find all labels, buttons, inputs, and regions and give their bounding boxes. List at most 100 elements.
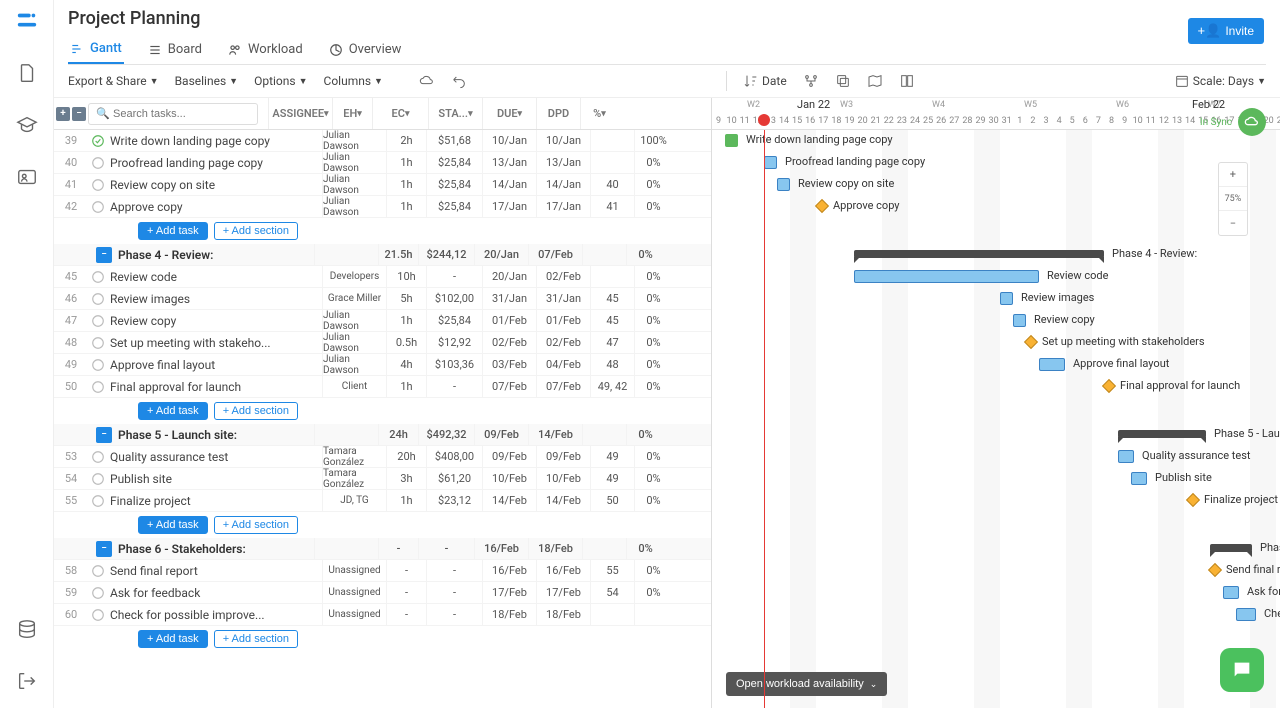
gantt-milestone[interactable] [1186, 493, 1200, 507]
logout-icon[interactable] [16, 670, 38, 692]
task-status-icon[interactable] [88, 156, 108, 170]
gantt-section-bar[interactable] [1118, 430, 1206, 438]
map-icon[interactable] [867, 73, 883, 89]
col-dpd[interactable]: DPD [536, 98, 580, 129]
task-status-icon[interactable] [88, 380, 108, 394]
task-row[interactable]: 45Review codeDevelopers10h-20/Jan02/Feb0… [54, 266, 711, 288]
gantt-bar[interactable] [1039, 358, 1065, 371]
gantt-bar[interactable] [854, 270, 1039, 283]
export-share-menu[interactable]: Export & Share▼ [68, 74, 159, 88]
task-name[interactable]: Publish site [108, 472, 322, 486]
task-row[interactable]: 47Review copyJulian Dawson1h$25,8401/Feb… [54, 310, 711, 332]
tab-workload[interactable]: Workload [226, 35, 305, 64]
task-row[interactable]: 59Ask for feedbackUnassigned--17/Feb17/F… [54, 582, 711, 604]
add-section-button[interactable]: + Add section [214, 402, 298, 420]
col-pct[interactable]: %▾ [580, 98, 618, 129]
task-name[interactable]: Review images [108, 292, 322, 306]
invite-button[interactable]: +👤Invite [1188, 18, 1264, 44]
cloud-sync-icon[interactable] [1238, 108, 1266, 136]
add-section-button[interactable]: + Add section [214, 222, 298, 240]
chat-fab[interactable] [1220, 648, 1264, 692]
task-row[interactable]: 55Finalize projectJD, TG1h$23,1214/Feb14… [54, 490, 711, 512]
task-row[interactable]: 48Set up meeting with stakeho...Julian D… [54, 332, 711, 354]
gantt-section-bar[interactable] [1210, 544, 1252, 552]
task-name[interactable]: Write down landing page copy [108, 134, 322, 148]
section-name[interactable]: Phase 4 - Review: [116, 248, 314, 262]
tab-overview[interactable]: Overview [327, 35, 404, 64]
add-section-button[interactable]: + Add section [214, 630, 298, 648]
document-icon[interactable] [16, 62, 38, 84]
grid-icon[interactable] [899, 73, 915, 89]
task-status-icon[interactable] [88, 358, 108, 372]
section-name[interactable]: Phase 5 - Launch site: [116, 428, 314, 442]
task-name[interactable]: Finalize project [108, 494, 322, 508]
task-name[interactable]: Review copy [108, 314, 322, 328]
scale-menu[interactable]: Scale: Days▼ [1174, 73, 1266, 89]
education-icon[interactable] [16, 114, 38, 136]
add-task-button[interactable]: + Add task [138, 516, 208, 534]
tab-gantt[interactable]: Gantt [68, 35, 124, 64]
task-status-icon[interactable] [88, 450, 108, 464]
section-row[interactable]: −Phase 6 - Stakeholders:--16/Feb18/Feb0% [54, 538, 711, 560]
task-name[interactable]: Quality assurance test [108, 450, 322, 464]
task-status-icon[interactable] [88, 608, 108, 622]
task-row[interactable]: 54Publish siteTamara González3h$61,2010/… [54, 468, 711, 490]
task-name[interactable]: Review code [108, 270, 322, 284]
task-status-icon[interactable] [88, 564, 108, 578]
copy-icon[interactable] [835, 73, 851, 89]
gantt-bar[interactable] [1013, 314, 1026, 327]
gantt-bar[interactable] [1236, 608, 1256, 621]
gantt-bar[interactable] [1118, 450, 1134, 463]
task-row[interactable]: 58Send final reportUnassigned--16/Feb16/… [54, 560, 711, 582]
task-row[interactable]: 40Proofread landing page copyJulian Daws… [54, 152, 711, 174]
app-logo[interactable] [16, 10, 38, 32]
gantt-bar[interactable] [1223, 586, 1239, 599]
section-toggle-icon[interactable]: − [96, 427, 112, 443]
options-menu[interactable]: Options▼ [254, 74, 307, 88]
gantt-bar[interactable] [725, 134, 738, 147]
task-name[interactable]: Ask for feedback [108, 586, 322, 600]
task-status-icon[interactable] [88, 200, 108, 214]
gantt-milestone[interactable] [1208, 563, 1222, 577]
task-name[interactable]: Check for possible improve... [108, 608, 322, 622]
database-icon[interactable] [16, 618, 38, 640]
tab-board[interactable]: Board [146, 35, 204, 64]
columns-menu[interactable]: Columns▼ [324, 74, 383, 88]
add-task-button[interactable]: + Add task [138, 630, 208, 648]
task-row[interactable]: 39Write down landing page copyJulian Daw… [54, 130, 711, 152]
task-name[interactable]: Send final report [108, 564, 322, 578]
task-row[interactable]: 49Approve final layoutJulian Dawson4h$10… [54, 354, 711, 376]
expand-all-icon[interactable]: + [56, 107, 70, 121]
task-name[interactable]: Approve copy [108, 200, 322, 214]
task-name[interactable]: Proofread landing page copy [108, 156, 322, 170]
undo-icon[interactable] [451, 73, 467, 89]
branch-icon[interactable] [803, 73, 819, 89]
section-name[interactable]: Phase 6 - Stakeholders: [116, 542, 314, 556]
task-status-icon[interactable] [88, 336, 108, 350]
task-name[interactable]: Final approval for launch [108, 380, 322, 394]
task-row[interactable]: 42Approve copyJulian Dawson1h$25,8417/Ja… [54, 196, 711, 218]
gantt-bar[interactable] [1131, 472, 1147, 485]
section-row[interactable]: −Phase 5 - Launch site:24h$492,3209/Feb1… [54, 424, 711, 446]
task-row[interactable]: 41Review copy on siteJulian Dawson1h$25,… [54, 174, 711, 196]
task-name[interactable]: Review copy on site [108, 178, 322, 192]
date-sort[interactable]: Date [743, 73, 787, 89]
task-row[interactable]: 60Check for possible improve...Unassigne… [54, 604, 711, 626]
task-status-icon[interactable] [88, 314, 108, 328]
workload-toggle[interactable]: Open workload availability⌄ [726, 672, 887, 696]
add-section-button[interactable]: + Add section [214, 516, 298, 534]
task-status-icon[interactable] [88, 292, 108, 306]
add-task-button[interactable]: + Add task [138, 402, 208, 420]
gantt-bar[interactable] [764, 156, 777, 169]
col-eh[interactable]: EH▾ [332, 98, 372, 129]
collapse-all-icon[interactable]: − [72, 107, 86, 121]
section-row[interactable]: −Phase 4 - Review:21.5h$244,1220/Jan07/F… [54, 244, 711, 266]
task-row[interactable]: 46Review imagesGrace Miller5h$102,0031/J… [54, 288, 711, 310]
task-row[interactable]: 50Final approval for launchClient1h-07/F… [54, 376, 711, 398]
col-due[interactable]: DUE▾ [482, 98, 536, 129]
section-toggle-icon[interactable]: − [96, 541, 112, 557]
col-assignee[interactable]: ASSIGNEE▾ [268, 98, 332, 129]
cloud-icon[interactable] [419, 73, 435, 89]
col-ec[interactable]: EC▾ [372, 98, 428, 129]
gantt-bar[interactable] [777, 178, 790, 191]
